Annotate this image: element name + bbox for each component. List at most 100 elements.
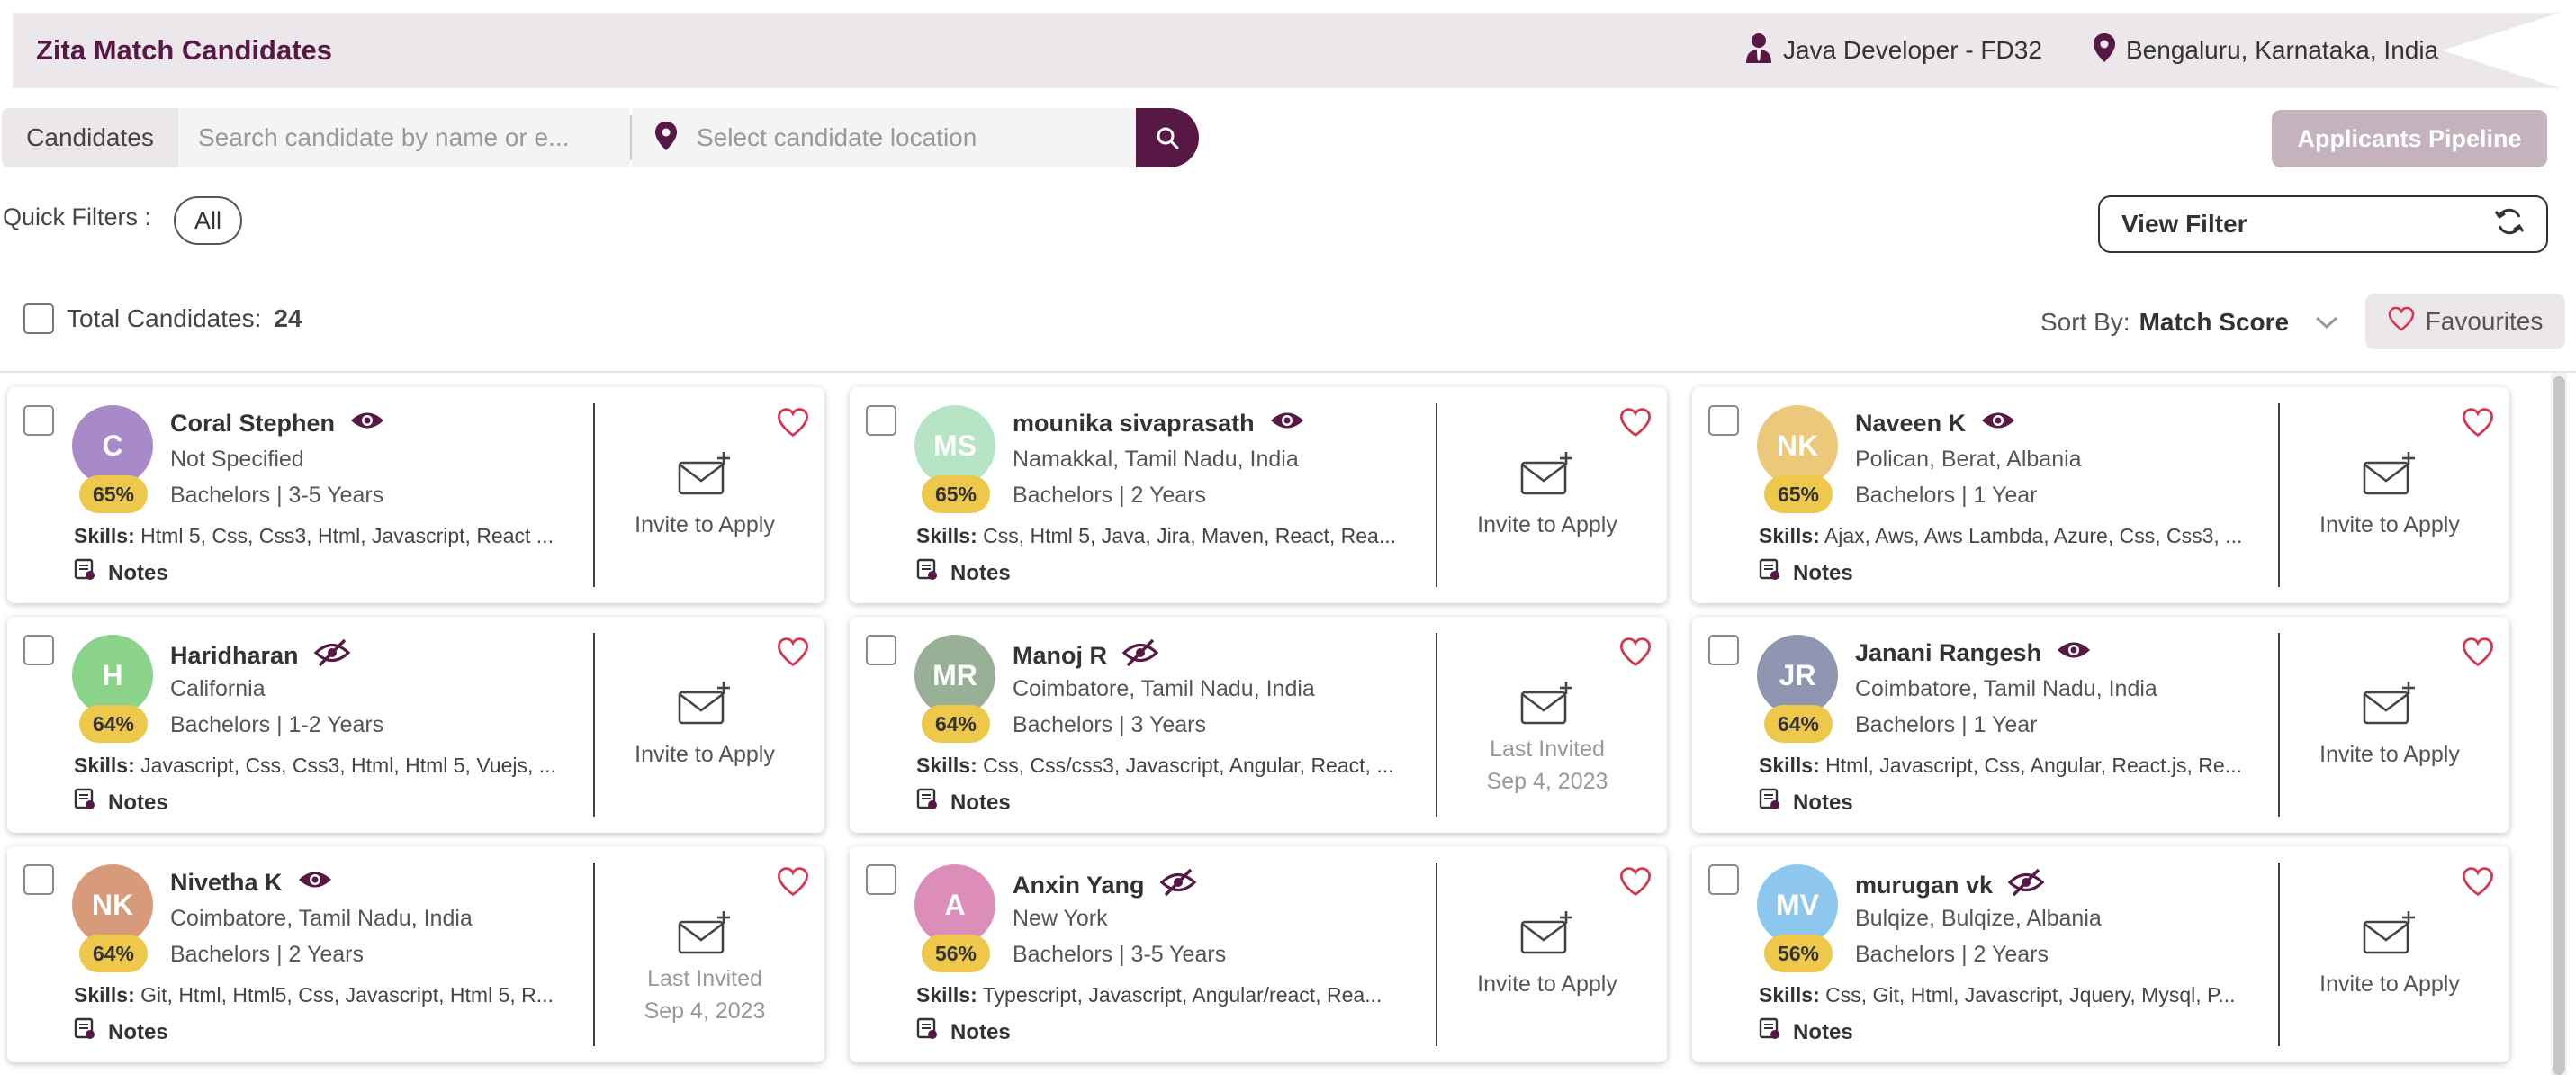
invite-to-apply-button[interactable]: Invite to Apply — [2286, 680, 2493, 768]
search-scope-tab[interactable]: Candidates — [2, 108, 178, 167]
match-score-badge: 56% — [1764, 935, 1833, 972]
last-invited-date: Sep 4, 2023 — [1486, 769, 1608, 794]
invite-to-apply-label: Invite to Apply — [1477, 971, 1617, 997]
avatar-initials: MV — [1776, 888, 1819, 921]
notes-link[interactable]: Notes — [1759, 558, 1853, 588]
card-divider — [593, 633, 595, 817]
candidate-checkbox[interactable] — [1708, 635, 1739, 665]
avatar: NK — [72, 864, 153, 945]
search-button[interactable] — [1136, 108, 1199, 167]
candidate-card[interactable]: MV 56% murugan vk Bulqize, Bulqize, Alba… — [1692, 846, 2509, 1062]
invite-to-apply-button[interactable]: Invite to Apply — [2286, 450, 2493, 538]
notes-link[interactable]: Notes — [74, 558, 168, 588]
candidate-checkbox[interactable] — [866, 405, 896, 436]
view-filter-button[interactable]: View Filter — [2098, 195, 2548, 253]
view-filter-label: View Filter — [2121, 210, 2247, 238]
eye-off-icon — [1121, 638, 1159, 673]
candidate-name[interactable]: Haridharan — [170, 642, 299, 670]
candidate-card[interactable]: A 56% Anxin Yang New York Bachelors | 3-… — [850, 846, 1667, 1062]
candidate-name[interactable]: Janani Rangesh — [1855, 639, 2041, 667]
candidate-checkbox[interactable] — [1708, 864, 1739, 895]
candidate-checkbox[interactable] — [23, 405, 54, 436]
location-search-input[interactable] — [697, 123, 1120, 152]
invite-to-apply-button[interactable]: Invite to Apply — [1444, 909, 1651, 998]
candidate-name[interactable]: Coral Stephen — [170, 410, 335, 438]
favourite-heart-icon[interactable] — [2462, 407, 2494, 442]
candidate-location: Namakkal, Tamil Nadu, India — [1013, 447, 1299, 472]
invite-to-apply-button[interactable]: Invite to Apply — [2286, 909, 2493, 998]
eye-off-icon — [1159, 868, 1197, 903]
notes-link[interactable]: Notes — [1759, 1017, 1853, 1047]
quick-filter-all-chip[interactable]: All — [174, 196, 242, 245]
scrollbar-thumb[interactable] — [2553, 376, 2565, 1075]
notes-link[interactable]: Notes — [1759, 788, 1853, 818]
invite-to-apply-button[interactable]: Invite to Apply — [601, 680, 808, 768]
skills-label: Skills: — [1759, 983, 1820, 1007]
match-score-badge: 64% — [79, 935, 148, 972]
candidate-name[interactable]: Anxin Yang — [1013, 872, 1145, 899]
total-candidates-count: 24 — [274, 304, 302, 332]
skills-label: Skills: — [74, 524, 135, 547]
candidate-card[interactable]: JR 64% Janani Rangesh Coimbatore, Tamil … — [1692, 617, 2509, 833]
sort-dropdown[interactable]: Sort By: Match Score — [2040, 308, 2339, 337]
candidate-checkbox[interactable] — [23, 864, 54, 895]
candidate-card[interactable]: H 64% Haridharan California Bachelors | … — [7, 617, 824, 833]
location-search-field[interactable] — [632, 108, 1136, 167]
select-all-checkbox[interactable] — [23, 303, 54, 334]
favourites-button[interactable]: Favourites — [2365, 294, 2565, 349]
candidate-checkbox[interactable] — [866, 864, 896, 895]
refresh-icon[interactable] — [2492, 204, 2526, 245]
favourite-heart-icon[interactable] — [1619, 637, 1652, 672]
candidate-location: California — [170, 676, 266, 701]
skills-list: Css, Git, Html, Javascript, Jquery, Mysq… — [1825, 983, 2236, 1007]
candidate-name[interactable]: murugan vk — [1855, 872, 1993, 899]
invite-to-apply-button[interactable]: Invite to Apply — [1444, 450, 1651, 538]
candidate-card[interactable]: MS 65% mounika sivaprasath Namakkal, Tam… — [850, 387, 1667, 603]
candidate-name-row: murugan vk — [1855, 868, 2045, 903]
favourite-heart-icon[interactable] — [2462, 637, 2494, 672]
candidate-skills: Skills: Javascript, Css, Css3, Html, Htm… — [74, 754, 578, 778]
favourite-heart-icon[interactable] — [1619, 866, 1652, 901]
candidate-card[interactable]: NK 64% Nivetha K Coimbatore, Tamil Nadu,… — [7, 846, 824, 1062]
favourite-heart-icon[interactable] — [2462, 866, 2494, 901]
match-score-badge: 65% — [79, 475, 148, 513]
candidate-checkbox[interactable] — [866, 635, 896, 665]
candidate-name-row: Naveen K — [1855, 409, 2016, 438]
candidate-name[interactable]: mounika sivaprasath — [1013, 410, 1255, 438]
notes-label: Notes — [950, 560, 1011, 585]
notes-link[interactable]: Notes — [74, 1017, 168, 1047]
invite-to-apply-button[interactable]: Invite to Apply — [601, 450, 808, 538]
candidate-name[interactable]: Naveen K — [1855, 410, 1966, 438]
envelope-plus-icon — [1444, 680, 1651, 733]
candidate-search-input[interactable] — [178, 108, 630, 167]
favourite-heart-icon[interactable] — [777, 866, 809, 901]
notes-link[interactable]: Notes — [916, 558, 1011, 588]
candidate-name[interactable]: Manoj R — [1013, 642, 1107, 670]
candidate-checkbox[interactable] — [1708, 405, 1739, 436]
eye-icon — [297, 868, 333, 898]
avatar: MR — [914, 635, 995, 716]
envelope-plus-icon — [1444, 450, 1651, 503]
applicants-pipeline-button[interactable]: Applicants Pipeline — [2272, 110, 2547, 167]
envelope-plus-icon — [601, 680, 808, 733]
notes-link[interactable]: Notes — [916, 788, 1011, 818]
candidate-name[interactable]: Nivetha K — [170, 869, 283, 897]
skills-list: Css, Html 5, Java, Jira, Maven, React, R… — [983, 524, 1397, 547]
notes-icon — [916, 1017, 940, 1047]
favourite-heart-icon[interactable] — [1619, 407, 1652, 442]
skills-label: Skills: — [1759, 754, 1820, 777]
candidate-card[interactable]: C 65% Coral Stephen Not Specified Bachel… — [7, 387, 824, 603]
notes-link[interactable]: Notes — [74, 788, 168, 818]
notes-link[interactable]: Notes — [916, 1017, 1011, 1047]
candidate-card[interactable]: NK 65% Naveen K Polican, Berat, Albania … — [1692, 387, 2509, 603]
favourite-heart-icon[interactable] — [777, 407, 809, 442]
candidate-checkbox[interactable] — [23, 635, 54, 665]
invite-status: Last Invited Sep 4, 2023 — [1444, 680, 1651, 798]
envelope-plus-icon — [2286, 680, 2493, 733]
avatar: NK — [1757, 405, 1838, 486]
candidate-card[interactable]: MR 64% Manoj R Coimbatore, Tamil Nadu, I… — [850, 617, 1667, 833]
notes-icon — [74, 1017, 97, 1047]
skills-label: Skills: — [1759, 524, 1820, 547]
favourite-heart-icon[interactable] — [777, 637, 809, 672]
candidate-location: New York — [1013, 906, 1108, 931]
